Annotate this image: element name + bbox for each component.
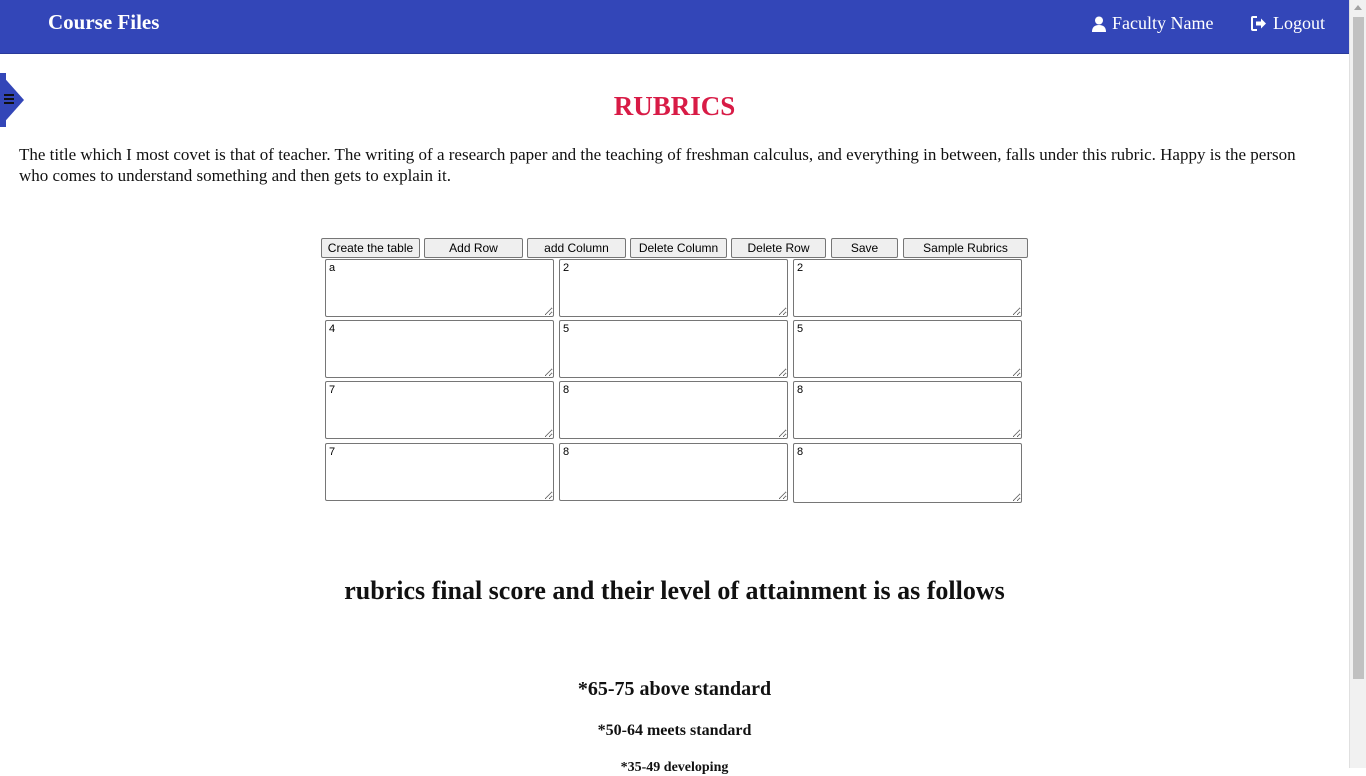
attainment-above-standard: *65-75 above standard <box>577 678 772 700</box>
rubric-cell-r1c3[interactable]: 2 <box>793 259 1022 317</box>
rubric-cell-r3c3[interactable]: 8 <box>793 381 1022 439</box>
rubric-cell-r2c1[interactable]: 4 <box>325 320 554 378</box>
delete-column-button[interactable]: Delete Column <box>630 238 727 258</box>
page-title: RUBRICS <box>613 91 736 121</box>
user-icon <box>1092 16 1106 32</box>
brand-link[interactable]: Course Files <box>48 10 159 35</box>
rubric-cell-r2c2[interactable]: 5 <box>559 320 788 378</box>
attainment-meets-standard: *50-64 meets standard <box>597 722 752 739</box>
rubric-cell-r3c1[interactable]: 7 <box>325 381 554 439</box>
logout-label: Logout <box>1273 13 1325 33</box>
faculty-name-link[interactable]: Faculty Name <box>1092 13 1213 34</box>
rubric-cell-r4c1[interactable]: 7 <box>325 443 554 501</box>
add-column-button[interactable]: add Column <box>527 238 626 258</box>
rubric-cell-r1c1[interactable]: a <box>325 259 554 317</box>
rubric-cell-r4c3[interactable]: 8 <box>793 443 1022 503</box>
rubric-cell-r3c2[interactable]: 8 <box>559 381 788 439</box>
intro-paragraph: The title which I most covet is that of … <box>19 145 1296 185</box>
faculty-name-label: Faculty Name <box>1112 13 1214 33</box>
scrollbar-thumb[interactable] <box>1353 17 1364 679</box>
rubric-cell-r2c3[interactable]: 5 <box>793 320 1022 378</box>
vertical-scrollbar[interactable] <box>1349 0 1366 768</box>
attainment-developing: *35-49 developing <box>620 760 729 775</box>
add-row-button[interactable]: Add Row <box>424 238 523 258</box>
delete-row-button[interactable]: Delete Row <box>731 238 826 258</box>
rubric-cell-r1c2[interactable]: 2 <box>559 259 788 317</box>
scroll-up-arrow-icon[interactable] <box>1354 5 1362 10</box>
rubric-cell-r4c2[interactable]: 8 <box>559 443 788 501</box>
save-button[interactable]: Save <box>831 238 898 258</box>
logout-link[interactable]: Logout <box>1251 13 1325 34</box>
create-table-button[interactable]: Create the table <box>321 238 420 258</box>
top-navbar: Course Files Faculty Name Logout <box>0 0 1349 54</box>
sample-rubrics-button[interactable]: Sample Rubrics <box>903 238 1028 258</box>
attainment-heading: rubrics final score and their level of a… <box>344 576 1005 605</box>
sign-out-icon <box>1251 16 1266 31</box>
